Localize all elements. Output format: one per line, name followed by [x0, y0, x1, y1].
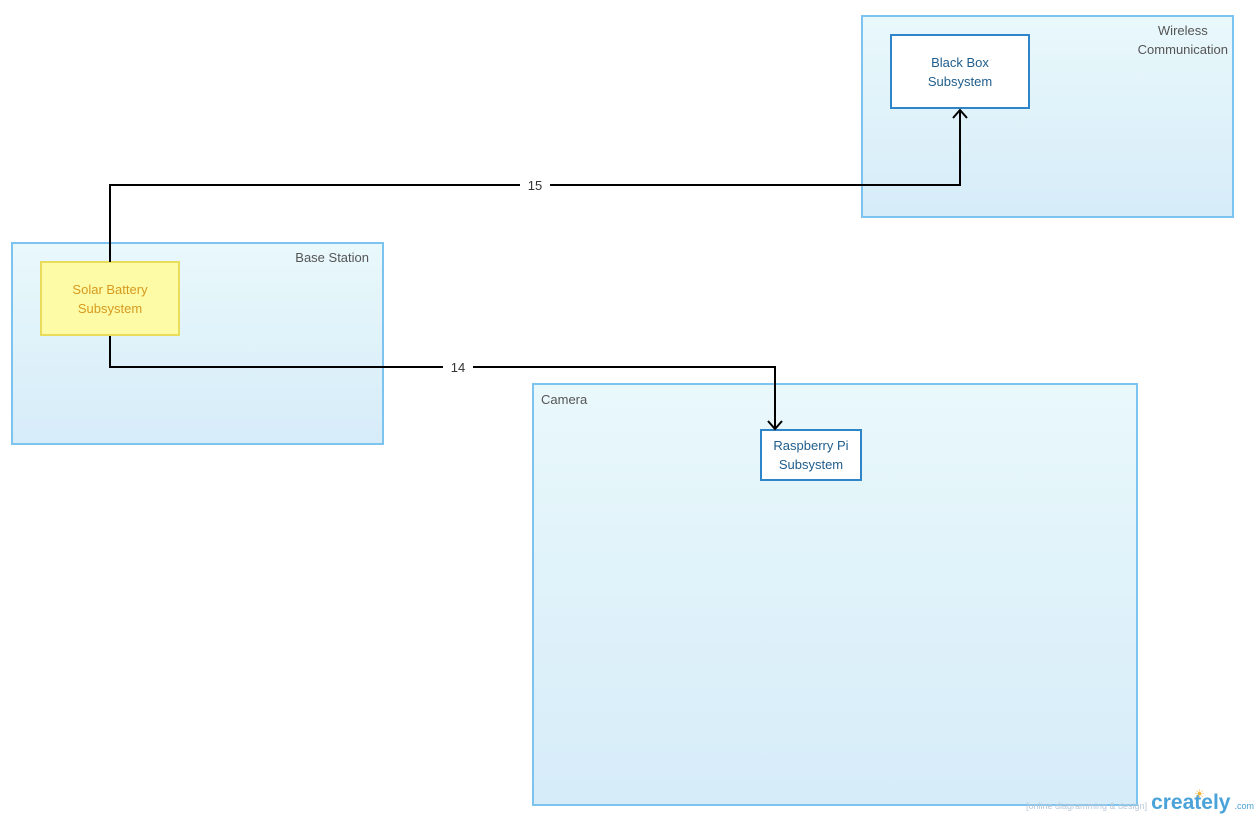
connector-14[interactable]: 14 [109, 336, 783, 431]
creately-logo: creately ☀ [1151, 787, 1231, 815]
connectors-layer: 15 14 [109, 108, 968, 431]
watermark-logo-text: creately [1151, 791, 1231, 814]
diagram-canvas: Wireless Communication Base Station Came… [0, 0, 1260, 819]
creately-watermark: [online diagramming & design] creately ☀… [1026, 787, 1254, 815]
lightbulb-icon: ☀ [1194, 787, 1205, 801]
watermark-tagline: [online diagramming & design] [1026, 801, 1148, 811]
watermark-suffix: .com [1234, 801, 1254, 811]
connector-14-line[interactable] [109, 336, 776, 429]
connector-14-label: 14 [451, 360, 465, 375]
connector-15-label: 15 [528, 178, 542, 193]
connector-15[interactable]: 15 [109, 108, 968, 262]
